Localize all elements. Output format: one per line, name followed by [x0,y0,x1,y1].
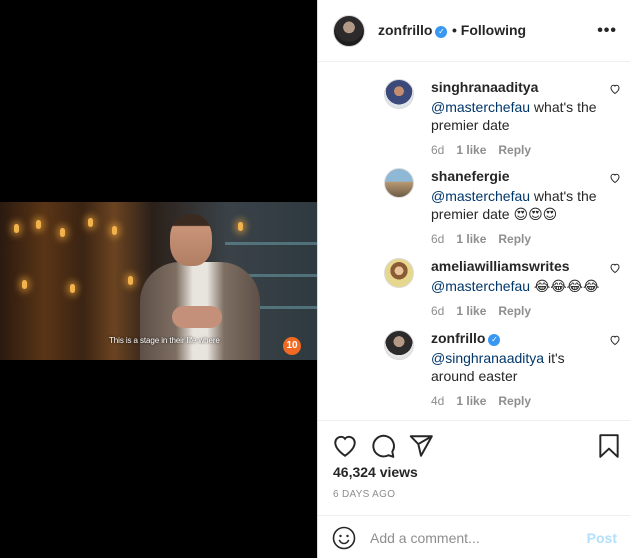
comment-form: Post [318,515,630,558]
commenter-username-text[interactable]: zonfrillo [431,330,485,346]
channel-logo-icon: 10 [283,337,301,355]
comment-mention[interactable]: @singhranaaditya [431,350,544,366]
comment-meta: 6d 1 like Reply [431,232,543,246]
commenter-avatar[interactable] [384,79,414,109]
verified-badge-icon: ✓ [435,26,448,38]
commenter-username[interactable]: singhranaaditya [431,79,538,95]
comment-time[interactable]: 4d [431,394,444,408]
reply-button[interactable]: Reply [498,394,531,408]
comment-likes[interactable]: 1 like [456,394,486,408]
comment-meta: 6d 1 like Reply [431,143,543,157]
comment-time[interactable]: 6d [431,143,444,157]
author-username-text[interactable]: zonfrillo [378,22,432,38]
media-panel: This is a stage in their life where 10 [0,0,317,558]
comment-mention[interactable]: @masterchefau [431,278,530,294]
author-avatar[interactable] [333,15,365,47]
video-subtitle: This is a stage in their life where [109,336,220,345]
comment-time[interactable]: 6d [431,304,444,318]
reply-button[interactable]: Reply [498,232,531,246]
like-comment-heart-icon[interactable] [609,262,621,274]
save-bookmark-icon[interactable] [596,433,622,459]
verified-badge-icon: ✓ [488,334,501,346]
comment-text: @masterchefau 😂😂😂😂 [431,277,611,295]
comment-meta: 6d 1 like Reply [431,304,543,318]
background-light [60,228,65,237]
comment-mention[interactable]: @masterchefau [431,188,530,204]
share-send-icon[interactable] [408,433,434,459]
commenter-avatar[interactable] [384,258,414,288]
comment-body: 😂😂😂😂 [530,278,600,294]
like-heart-icon[interactable] [332,433,358,459]
commenter-avatar[interactable] [384,330,414,360]
video-person-head [170,214,212,266]
post-timestamp[interactable]: 6 DAYS AGO [333,489,395,500]
reply-button[interactable]: Reply [498,304,531,318]
background-light [238,222,243,231]
comment-meta: 4d 1 like Reply [431,394,543,408]
post-panel: zonfrillo ✓ • Following ••• singhranaadit… [317,0,630,558]
video-person-hands [172,306,222,328]
comment-mention[interactable]: @masterchefau [431,99,530,115]
background-light [112,226,117,235]
post-comment-button[interactable]: Post [587,530,617,546]
comment-text: @masterchefau what's the premier date 😍😍… [431,187,611,223]
like-comment-heart-icon[interactable] [609,83,621,95]
background-light [22,280,27,289]
comment-bubble-icon[interactable] [370,433,396,459]
comment-text: @masterchefau what's the premier date [431,98,611,134]
comment-likes[interactable]: 1 like [456,143,486,157]
commenter-username[interactable]: ameliawilliamswrites [431,258,570,274]
following-button[interactable]: • Following [452,22,526,38]
commenter-username[interactable]: zonfrillo ✓ [431,330,501,346]
background-light [128,276,133,285]
post-actions: 46,324 views 6 DAYS AGO Post [318,420,630,558]
commenter-avatar[interactable] [384,168,414,198]
emoji-smiley-icon[interactable] [332,526,356,550]
comment-input[interactable] [370,526,570,550]
background-light [88,218,93,227]
view-count[interactable]: 46,324 views [333,464,418,480]
reply-button[interactable]: Reply [498,143,531,157]
comment-time[interactable]: 6d [431,232,444,246]
commenter-username[interactable]: shanefergie [431,168,510,184]
author-username[interactable]: zonfrillo ✓ [378,22,448,38]
comment-likes[interactable]: 1 like [456,232,486,246]
comment-likes[interactable]: 1 like [456,304,486,318]
more-options-icon[interactable]: ••• [597,22,617,40]
like-comment-heart-icon[interactable] [609,172,621,184]
comment-text: @singhranaaditya it's around easter [431,349,611,385]
background-shelf [225,242,317,245]
background-light [14,224,19,233]
like-comment-heart-icon[interactable] [609,334,621,346]
background-light [70,284,75,293]
post-header: zonfrillo ✓ • Following ••• [318,0,630,62]
background-light [36,220,41,229]
